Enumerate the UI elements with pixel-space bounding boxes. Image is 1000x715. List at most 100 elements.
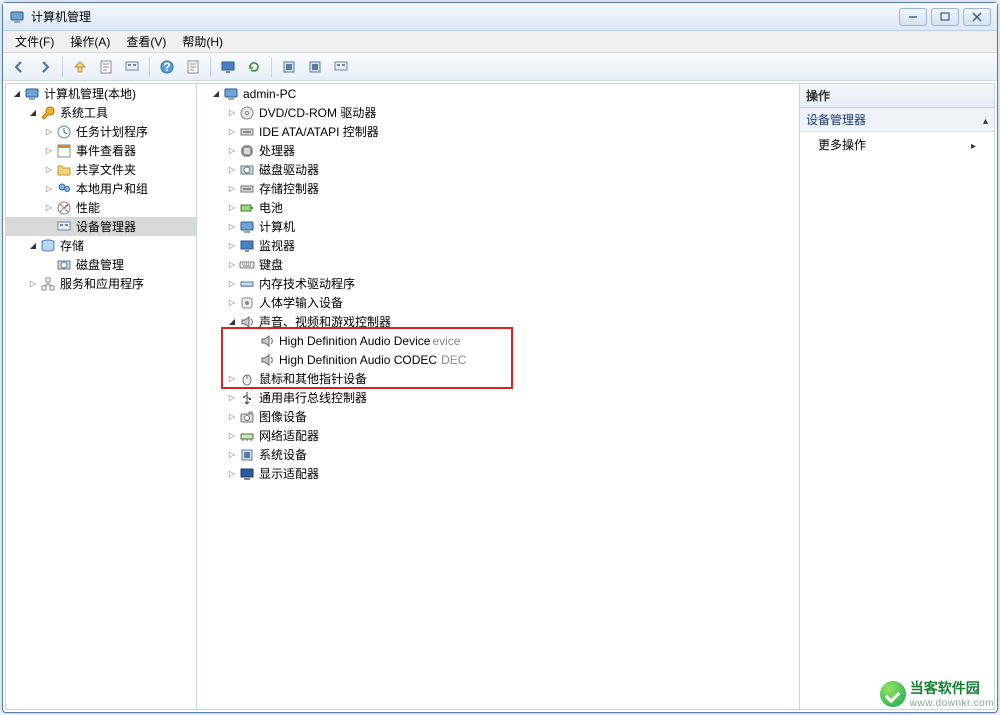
expand-icon[interactable]	[225, 258, 239, 272]
expand-icon[interactable]	[225, 429, 239, 443]
tree-local-users[interactable]: 本地用户和组	[6, 179, 196, 198]
dev-ide[interactable]: IDE ATA/ATAPI 控制器	[197, 122, 799, 141]
toolbar-separator	[62, 57, 63, 77]
menu-action[interactable]: 操作(A)	[62, 31, 118, 52]
expand-icon[interactable]	[42, 144, 56, 158]
users-icon	[56, 181, 72, 197]
dev-hid[interactable]: 人体学输入设备	[197, 293, 799, 312]
actions-context[interactable]: 设备管理器	[800, 108, 994, 132]
dev-keyboard[interactable]: 键盘	[197, 255, 799, 274]
expand-icon[interactable]	[225, 391, 239, 405]
expand-icon[interactable]	[26, 239, 40, 253]
dev-sound-hda-device[interactable]: High Definition Audio Deviceevice	[197, 331, 799, 350]
watermark-name: 当客软件园	[910, 678, 994, 698]
dev-computer[interactable]: 计算机	[197, 217, 799, 236]
dev-sound-hda-codec[interactable]: High Definition Audio CODECDEC	[197, 350, 799, 369]
tool-forward[interactable]	[33, 56, 57, 78]
expand-icon[interactable]	[225, 372, 239, 386]
tree-task-scheduler[interactable]: 任务计划程序	[6, 122, 196, 141]
tool-uninstall[interactable]	[329, 56, 353, 78]
storage-ctrl-icon	[239, 181, 255, 197]
tool-view[interactable]	[120, 56, 144, 78]
dev-storage-ctrl[interactable]: 存储控制器	[197, 179, 799, 198]
dev-display[interactable]: 显示适配器	[197, 464, 799, 483]
expand-icon[interactable]	[26, 106, 40, 120]
tool-refresh-hw[interactable]	[216, 56, 240, 78]
tree-storage[interactable]: 存储	[6, 236, 196, 255]
menu-file[interactable]: 文件(F)	[7, 31, 62, 52]
clock-icon	[56, 124, 72, 140]
expand-icon[interactable]	[42, 125, 56, 139]
dev-imaging[interactable]: 图像设备	[197, 407, 799, 426]
expand-icon[interactable]	[225, 410, 239, 424]
computer-icon	[239, 219, 255, 235]
tool-up[interactable]	[68, 56, 92, 78]
expand-icon[interactable]	[42, 182, 56, 196]
menu-view[interactable]: 查看(V)	[118, 31, 174, 52]
expand-icon[interactable]	[225, 220, 239, 234]
tree-shared-folders[interactable]: 共享文件夹	[6, 160, 196, 179]
expand-icon[interactable]	[10, 87, 24, 101]
dev-root[interactable]: admin-PC	[197, 84, 799, 103]
expand-icon[interactable]	[225, 201, 239, 215]
tree-performance[interactable]: 性能	[6, 198, 196, 217]
tool-scan[interactable]	[242, 56, 266, 78]
dev-usb[interactable]: 通用串行总线控制器	[197, 388, 799, 407]
dev-memtech[interactable]: 内存技术驱动程序	[197, 274, 799, 293]
tree-services-apps[interactable]: 服务和应用程序	[6, 274, 196, 293]
expand-icon[interactable]	[42, 201, 56, 215]
expand-icon[interactable]	[225, 106, 239, 120]
tool-help[interactable]	[155, 56, 179, 78]
tool-enable[interactable]	[277, 56, 301, 78]
dev-mouse[interactable]: 鼠标和其他指针设备	[197, 369, 799, 388]
speaker-icon	[259, 333, 275, 349]
center-pane[interactable]: admin-PC DVD/CD-ROM 驱动器 IDE ATA/ATAPI 控制…	[197, 83, 799, 710]
expand-icon[interactable]	[225, 163, 239, 177]
left-pane[interactable]: 计算机管理(本地) 系统工具 任务计划程序	[5, 83, 197, 710]
expand-icon[interactable]	[225, 144, 239, 158]
actions-more[interactable]: 更多操作	[800, 132, 994, 157]
tree-system-tools[interactable]: 系统工具	[6, 103, 196, 122]
minimize-button[interactable]	[899, 8, 927, 26]
dev-dvd[interactable]: DVD/CD-ROM 驱动器	[197, 103, 799, 122]
dev-cpu[interactable]: 处理器	[197, 141, 799, 160]
expand-icon[interactable]	[225, 182, 239, 196]
expand-icon[interactable]	[225, 277, 239, 291]
submenu-icon	[971, 138, 976, 152]
expand-icon[interactable]	[225, 448, 239, 462]
tool-disable[interactable]	[303, 56, 327, 78]
tool-console[interactable]	[181, 56, 205, 78]
dev-battery[interactable]: 电池	[197, 198, 799, 217]
drive-icon	[239, 162, 255, 178]
actions-header: 操作	[800, 84, 994, 108]
tree-device-manager[interactable]: 设备管理器	[6, 217, 196, 236]
expand-icon[interactable]	[42, 163, 56, 177]
tool-props[interactable]	[94, 56, 118, 78]
app-icon	[9, 9, 25, 25]
toolbar	[3, 53, 997, 81]
menu-help[interactable]: 帮助(H)	[174, 31, 231, 52]
ide-icon	[239, 124, 255, 140]
dev-network[interactable]: 网络适配器	[197, 426, 799, 445]
camera-icon	[239, 409, 255, 425]
expand-icon[interactable]	[225, 467, 239, 481]
tree-event-viewer[interactable]: 事件查看器	[6, 141, 196, 160]
expand-icon[interactable]	[26, 277, 40, 291]
usb-icon	[239, 390, 255, 406]
close-button[interactable]	[963, 8, 991, 26]
expand-icon[interactable]	[225, 125, 239, 139]
tool-back[interactable]	[7, 56, 31, 78]
dev-system[interactable]: 系统设备	[197, 445, 799, 464]
expand-icon[interactable]	[209, 87, 223, 101]
dev-monitor[interactable]: 监视器	[197, 236, 799, 255]
tree-root[interactable]: 计算机管理(本地)	[6, 84, 196, 103]
tree-disk-mgmt[interactable]: 磁盘管理	[6, 255, 196, 274]
expand-icon[interactable]	[225, 239, 239, 253]
maximize-button[interactable]	[931, 8, 959, 26]
expand-icon[interactable]	[225, 315, 239, 329]
content-area: 计算机管理(本地) 系统工具 任务计划程序	[3, 81, 997, 712]
dev-floppy[interactable]: 磁盘驱动器	[197, 160, 799, 179]
expand-icon[interactable]	[225, 296, 239, 310]
collapse-icon	[983, 113, 988, 127]
dev-sound[interactable]: 声音、视频和游戏控制器	[197, 312, 799, 331]
